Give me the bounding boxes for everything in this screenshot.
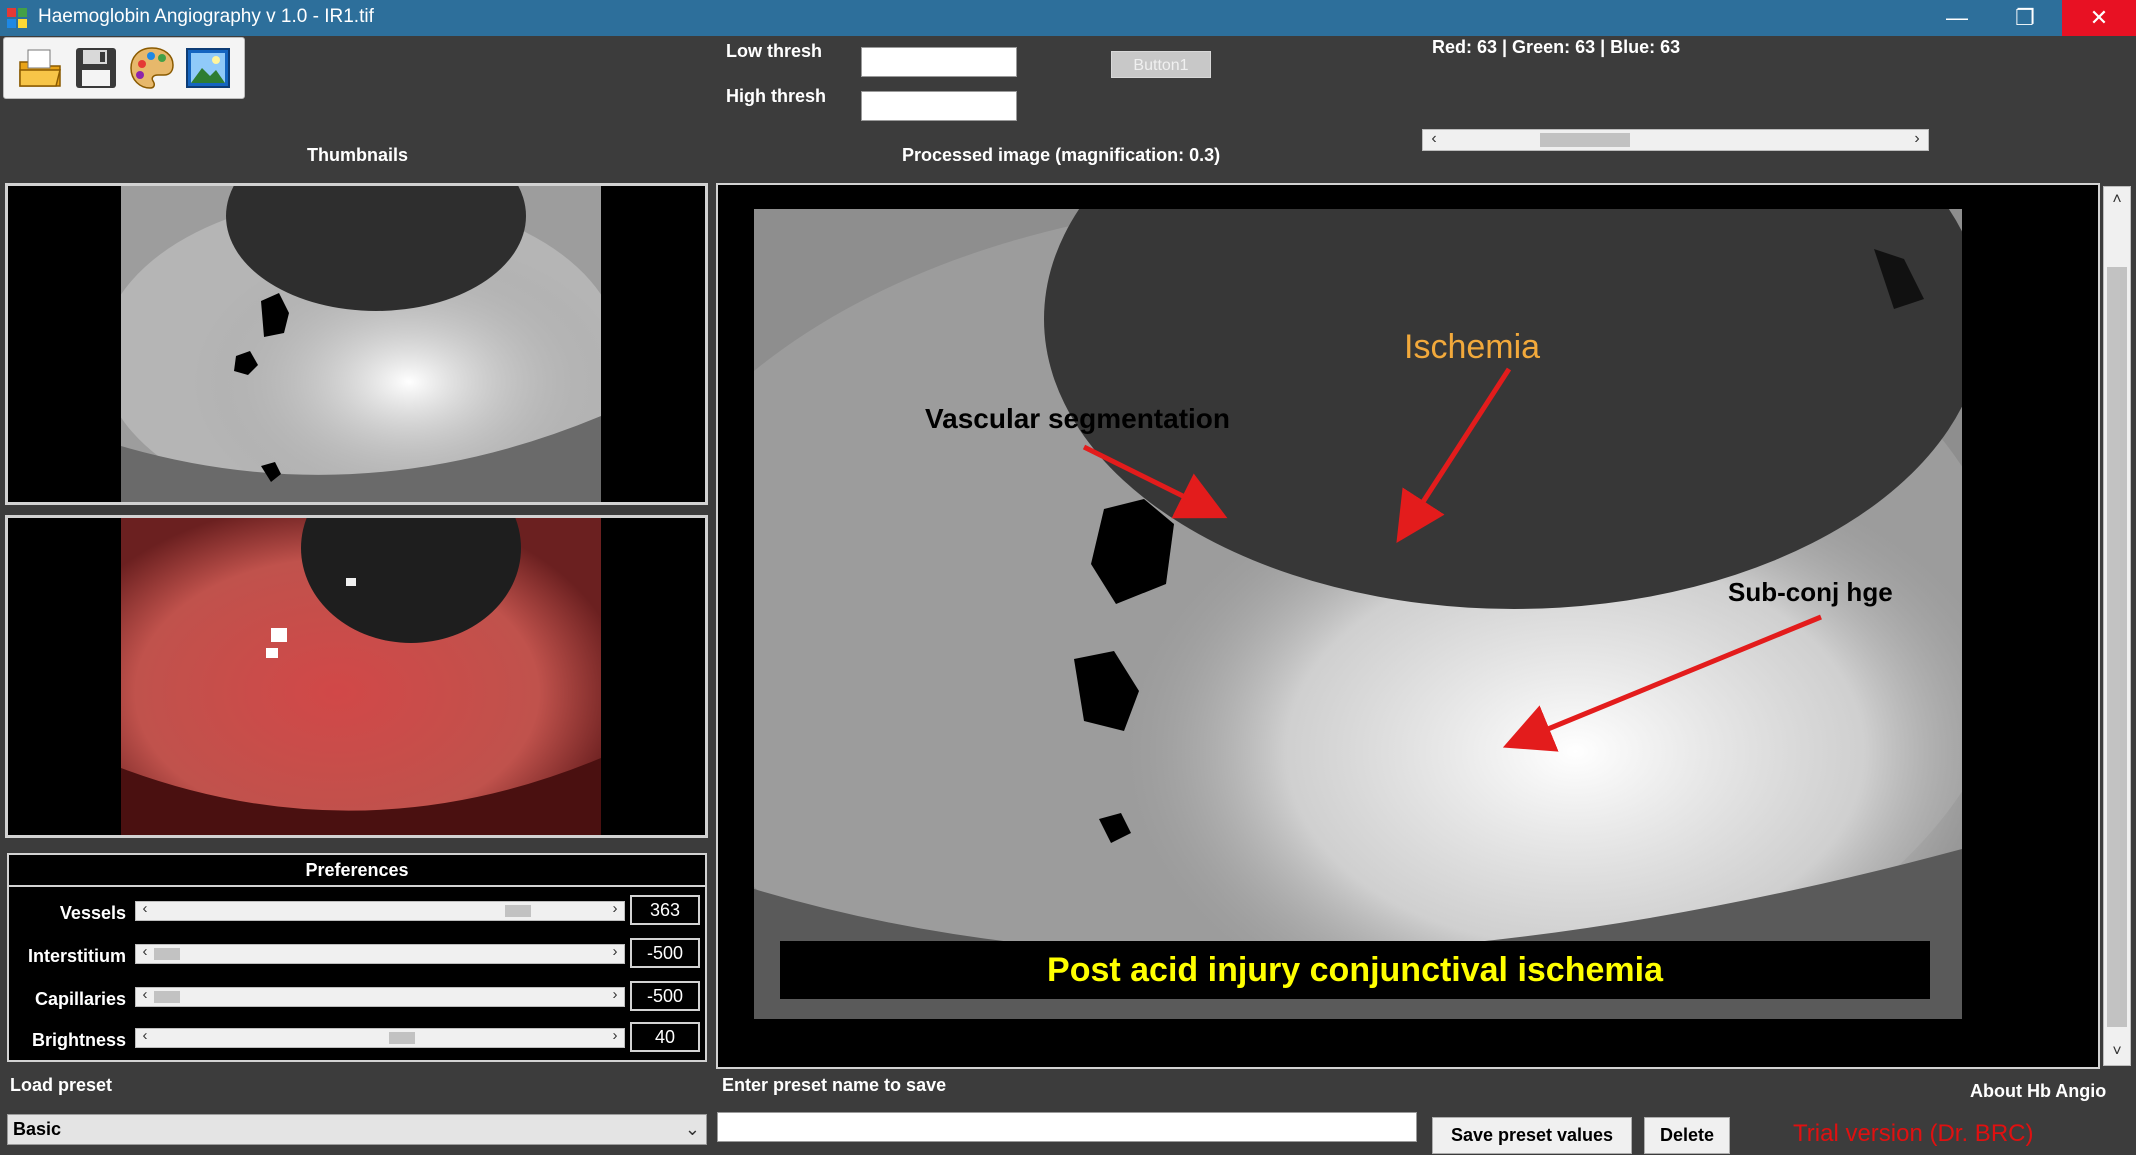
low-thresh-label: Low thresh: [726, 41, 823, 61]
processed-image-label: Processed image (magnification: 0.3): [902, 145, 1221, 165]
scrollbar-thumb[interactable]: [2107, 267, 2127, 1027]
top-horizontal-scrollbar[interactable]: ‹ ›: [1422, 129, 1929, 151]
subconj-arrow: [1502, 614, 1822, 752]
palette-icon[interactable]: [128, 44, 176, 92]
interstitium-slider[interactable]: ‹ ›: [135, 943, 625, 964]
load-preset-select[interactable]: Basic ⌄: [7, 1114, 707, 1145]
scroll-right-icon[interactable]: ›: [1906, 130, 1928, 150]
trial-version-text: Trial version (Dr. BRC): [1793, 1120, 2034, 1147]
slider-thumb[interactable]: [389, 1032, 416, 1044]
slider-right-icon[interactable]: ›: [606, 986, 624, 1003]
close-icon: ✕: [2089, 5, 2109, 30]
slider-thumb[interactable]: [154, 948, 180, 960]
ir-thumbnail-image: [121, 186, 601, 502]
button1[interactable]: Button1: [1111, 51, 1211, 78]
slider-right-icon[interactable]: ›: [606, 1027, 624, 1044]
minimize-icon: —: [1946, 5, 1968, 30]
brightness-label: Brightness: [31, 1030, 126, 1050]
scroll-down-icon[interactable]: ˅: [2104, 1039, 2130, 1065]
capillaries-value[interactable]: -500: [630, 981, 700, 1011]
interstitium-value[interactable]: -500: [630, 938, 700, 968]
title-bar: Haemoglobin Angiography v 1.0 - IR1.tif …: [0, 0, 2136, 36]
high-thresh-label: High thresh: [726, 86, 827, 106]
restore-button[interactable]: ❐: [1994, 0, 2056, 36]
thumbnails-label: Thumbnails: [307, 145, 409, 165]
save-disk-icon[interactable]: [72, 44, 120, 92]
vascular-arrow: [1082, 444, 1228, 519]
colour-thumbnail-image: [121, 518, 601, 835]
caption-text: Post acid injury conjunctival ischemia: [1047, 951, 1663, 989]
thumbnail-ir[interactable]: [5, 183, 708, 505]
scrollbar-thumb[interactable]: [1540, 133, 1630, 147]
minimize-button[interactable]: —: [1926, 0, 1988, 36]
brightness-value[interactable]: 40: [630, 1022, 700, 1052]
preferences-panel: Preferences Vessels ‹ › 363 Interstitium…: [7, 853, 707, 1062]
capillaries-slider[interactable]: ‹ ›: [135, 986, 625, 1007]
slider-right-icon[interactable]: ›: [606, 943, 624, 960]
interstitium-label: Interstitium: [27, 946, 126, 966]
slider-left-icon[interactable]: ‹: [136, 986, 154, 1003]
chevron-down-icon: ⌄: [684, 1119, 700, 1139]
toolbar: [3, 37, 245, 99]
thumbnail-colour[interactable]: [5, 515, 708, 838]
ischemia-arrow: [1396, 367, 1512, 543]
vessels-value[interactable]: 363: [630, 895, 700, 925]
preferences-title: Preferences: [9, 855, 705, 887]
vessels-label: Vessels: [59, 903, 126, 923]
preset-name-input[interactable]: [717, 1112, 1417, 1142]
picture-icon[interactable]: [184, 44, 232, 92]
load-preset-label: Load preset: [10, 1075, 113, 1095]
slider-left-icon[interactable]: ‹: [136, 1027, 154, 1044]
preset-selected-value: Basic: [13, 1119, 62, 1139]
vessels-slider[interactable]: ‹ ›: [135, 900, 625, 921]
rgb-readout: Red: 63 | Green: 63 | Blue: 63: [1432, 37, 1681, 57]
slider-thumb[interactable]: [504, 905, 531, 917]
delete-button[interactable]: Delete: [1644, 1117, 1730, 1154]
preset-name-label: Enter preset name to save: [722, 1075, 947, 1095]
app-icon: [7, 8, 27, 28]
scroll-up-icon[interactable]: ˄: [2104, 187, 2130, 213]
slider-right-icon[interactable]: ›: [606, 900, 624, 917]
close-button[interactable]: ✕: [2062, 0, 2136, 36]
save-preset-button[interactable]: Save preset values: [1432, 1117, 1632, 1154]
capillaries-label: Capillaries: [34, 989, 126, 1009]
slider-left-icon[interactable]: ‹: [136, 900, 154, 917]
annotation-arrows: [1082, 367, 1822, 752]
scroll-left-icon[interactable]: ‹: [1423, 130, 1445, 150]
viewer-vertical-scrollbar[interactable]: ˄ ˅: [2103, 186, 2131, 1066]
about-link[interactable]: About Hb Angio: [1970, 1081, 2106, 1102]
high-thresh-input[interactable]: [861, 91, 1017, 121]
window-title: Haemoglobin Angiography v 1.0 - IR1.tif: [38, 6, 374, 27]
open-folder-icon[interactable]: [16, 44, 64, 92]
processed-image-viewer[interactable]: Ischemia Vascular segmentation Sub-conj …: [716, 183, 2100, 1069]
low-thresh-input[interactable]: [861, 47, 1017, 77]
restore-icon: ❐: [2015, 5, 2035, 30]
slider-left-icon[interactable]: ‹: [136, 943, 154, 960]
brightness-slider[interactable]: ‹ ›: [135, 1027, 625, 1048]
caption-bar: Post acid injury conjunctival ischemia: [780, 941, 1930, 999]
slider-thumb[interactable]: [154, 991, 180, 1003]
